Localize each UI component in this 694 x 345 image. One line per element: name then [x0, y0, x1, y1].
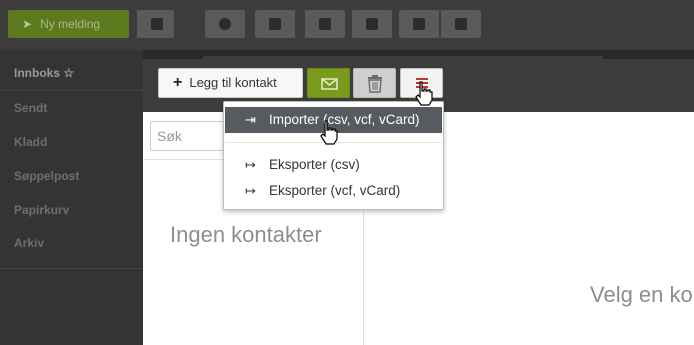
send-icon: ➤: [22, 17, 33, 31]
export-icon: ↦: [245, 183, 256, 198]
menu-item-label: Eksporter (vcf, vCard): [269, 183, 401, 198]
add-contact-label: Legg til kontakt: [189, 75, 277, 90]
toolbar-button[interactable]: [399, 10, 439, 38]
add-contact-button[interactable]: + Legg til kontakt: [158, 68, 303, 98]
toolbar-icon: [319, 18, 331, 30]
new-message-button[interactable]: ➤ Ny melding: [8, 10, 129, 38]
menu-item-label: Eksporter (csv): [269, 157, 360, 172]
export-icon: ↦: [245, 157, 256, 172]
toolbar-button[interactable]: [137, 10, 174, 38]
sidebar-item-sent[interactable]: Sendt: [14, 101, 47, 115]
divider: [0, 268, 143, 269]
toolbar-button[interactable]: [305, 10, 345, 38]
hand-cursor-icon: [320, 120, 338, 145]
divider: [0, 90, 143, 91]
plus-icon: +: [173, 74, 183, 91]
toolbar-icon: [366, 18, 378, 30]
sidebar-item-spam[interactable]: Søppelpost: [14, 169, 79, 183]
menu-item-export-csv[interactable]: ↦ Eksporter (csv): [225, 152, 442, 178]
import-icon: ⇥: [245, 112, 256, 127]
empty-contacts-text: Ingen kontakter: [170, 222, 322, 247]
sidebar-item-inbox[interactable]: Innboks ☆: [14, 66, 74, 80]
delete-contact-button[interactable]: [353, 68, 396, 98]
folder-sidebar: Innboks ☆ Sendt Kladd Søppelpost Papirku…: [0, 50, 143, 345]
new-message-label: Ny melding: [40, 17, 101, 31]
hand-cursor-icon: [415, 81, 433, 106]
envelope-icon: [321, 78, 338, 90]
menu-item-label: Importer (csv, vcf, vCard): [269, 112, 420, 127]
contacts-actions-menu: ⇥ Importer (csv, vcf, vCard) ↦ Eksporter (…: [223, 101, 444, 210]
toolbar-icon: [151, 18, 163, 30]
toolbar-icon: [455, 18, 467, 30]
sidebar-item-trash[interactable]: Papirkurv: [14, 203, 69, 217]
email-contact-button[interactable]: [307, 68, 350, 98]
toolbar-button[interactable]: [255, 10, 295, 38]
toolbar-icon: [269, 18, 281, 30]
select-contact-prompt: Velg en ko: [590, 282, 693, 307]
star-icon: ☆: [63, 66, 75, 80]
toolbar-button[interactable]: [205, 10, 245, 38]
top-toolbar: ➤ Ny melding: [0, 0, 694, 50]
toolbar-icon: [219, 18, 231, 30]
sidebar-item-drafts[interactable]: Kladd: [14, 135, 47, 149]
search-placeholder: Søk: [157, 128, 182, 144]
sidebar-item-archive[interactable]: Arkiv: [14, 236, 44, 250]
toolbar-icon: [413, 18, 425, 30]
trash-icon: [368, 75, 382, 93]
toolbar-button[interactable]: [352, 10, 392, 38]
toolbar-button[interactable]: [441, 10, 481, 38]
menu-item-export-vcf[interactable]: ↦ Eksporter (vcf, vCard): [225, 178, 442, 204]
